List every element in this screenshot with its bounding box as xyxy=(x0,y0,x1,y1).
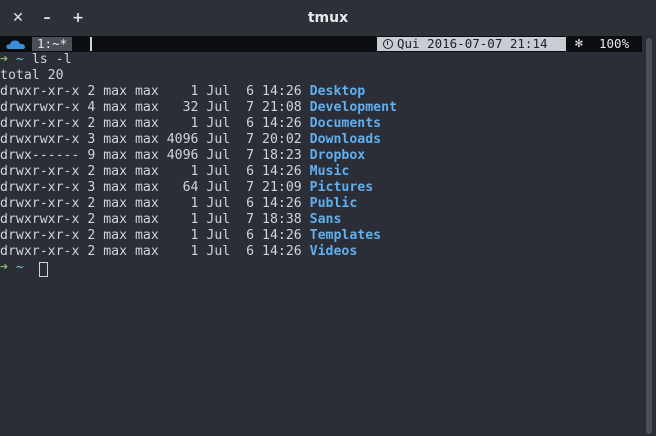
directory-name: Downloads xyxy=(309,132,382,147)
listing-meta: drwxrwxr-x 2 max max 1 Jul 7 18:38 xyxy=(0,212,310,227)
listing-row: drwx------ 9 max max 4096 Jul 7 18:23 Dr… xyxy=(0,148,365,164)
directory-name: Documents xyxy=(309,116,382,131)
prompt-dir: ~ xyxy=(15,260,24,275)
listing-meta: drwxr-xr-x 2 max max 1 Jul 6 14:26 xyxy=(0,164,310,179)
clock-icon xyxy=(383,39,393,49)
status-separator xyxy=(90,37,92,51)
directory-name: Desktop xyxy=(309,84,366,99)
listing-row: drwxr-xr-x 3 max max 64 Jul 7 21:09 Pict… xyxy=(0,180,373,196)
directory-name: Music xyxy=(309,164,350,179)
listing-meta: drwxr-xr-x 3 max max 64 Jul 7 21:09 xyxy=(0,180,310,195)
cloud-icon xyxy=(6,40,26,49)
directory-name: Sans xyxy=(309,212,342,227)
window-title: tmux xyxy=(307,10,349,26)
listing-meta: drwxr-xr-x 2 max max 1 Jul 6 14:26 xyxy=(0,84,310,99)
directory-name: Videos xyxy=(309,244,358,259)
total-line: total 20 xyxy=(0,68,64,83)
listing-row: drwxrwxr-x 2 max max 1 Jul 7 18:38 Sans xyxy=(0,212,341,228)
listing-row: drwxr-xr-x 2 max max 1 Jul 6 14:26 Templ… xyxy=(0,228,381,244)
listing-row: drwxrwxr-x 3 max max 4096 Jul 7 20:02 Do… xyxy=(0,132,381,148)
directory-name: Templates xyxy=(309,228,382,243)
tmux-window-tab[interactable]: 1:~* xyxy=(32,37,73,51)
listing-meta: drwxr-xr-x 2 max max 1 Jul 6 14:26 xyxy=(0,116,310,131)
listing-meta: drwxr-xr-x 2 max max 1 Jul 6 14:26 xyxy=(0,196,310,211)
listing-row: drwxr-xr-x 2 max max 1 Jul 6 14:26 Music xyxy=(0,164,349,180)
command-line: ➜ ~ ls -l xyxy=(0,52,72,68)
text-cursor xyxy=(39,262,48,277)
listing-row: drwxr-xr-x 2 max max 1 Jul 6 14:26 Video… xyxy=(0,244,357,260)
scrollbar[interactable] xyxy=(642,36,656,436)
listing-meta: drwxr-xr-x 2 max max 1 Jul 6 14:26 xyxy=(0,228,310,243)
battery-level: 100% xyxy=(599,36,630,51)
listing-meta: drwx------ 9 max max 4096 Jul 7 18:23 xyxy=(0,148,310,163)
status-datetime: Qui 2016-07-07 21:14 xyxy=(397,36,548,51)
listing-row: drwxrwxr-x 4 max max 32 Jul 7 21:08 Deve… xyxy=(0,100,397,116)
directory-name: Public xyxy=(309,196,358,211)
prompt-dir: ~ xyxy=(15,52,24,67)
title-bar: ✕ – + tmux xyxy=(0,0,656,36)
listing-meta: drwxr-xr-x 2 max max 1 Jul 6 14:26 xyxy=(0,244,310,259)
listing-meta: drwxrwxr-x 3 max max 4096 Jul 7 20:02 xyxy=(0,132,310,147)
scrollbar-thumb[interactable] xyxy=(646,38,652,434)
directory-name: Development xyxy=(309,100,397,115)
directory-name: Pictures xyxy=(309,180,374,195)
listing-row: drwxr-xr-x 2 max max 1 Jul 6 14:26 Publi… xyxy=(0,196,357,212)
snowflake-icon: ✻ xyxy=(575,36,583,51)
listing-row: drwxr-xr-x 2 max max 1 Jul 6 14:26 Docum… xyxy=(0,116,381,132)
tmux-status-bar: 1:~* Qui 2016-07-07 21:14 ✻ 100% xyxy=(0,36,642,52)
status-datetime-block: Qui 2016-07-07 21:14 xyxy=(377,37,566,51)
prompt-arrow: ➜ xyxy=(0,260,8,275)
listing-meta: drwxrwxr-x 4 max max 32 Jul 7 21:08 xyxy=(0,100,310,115)
terminal-area[interactable]: 1:~* Qui 2016-07-07 21:14 ✻ 100% ➜ ~ ls … xyxy=(0,36,642,436)
active-prompt-line: ➜ ~ xyxy=(0,260,24,276)
directory-name: Dropbox xyxy=(309,148,366,163)
listing-row: drwxr-xr-x 2 max max 1 Jul 6 14:26 Deskt… xyxy=(0,84,365,100)
command-text: ls -l xyxy=(31,52,72,67)
prompt-arrow: ➜ xyxy=(0,52,8,67)
terminal-window: ✕ – + tmux 1:~* Qui 2016-07-07 21:14 ✻ 1… xyxy=(0,0,656,436)
